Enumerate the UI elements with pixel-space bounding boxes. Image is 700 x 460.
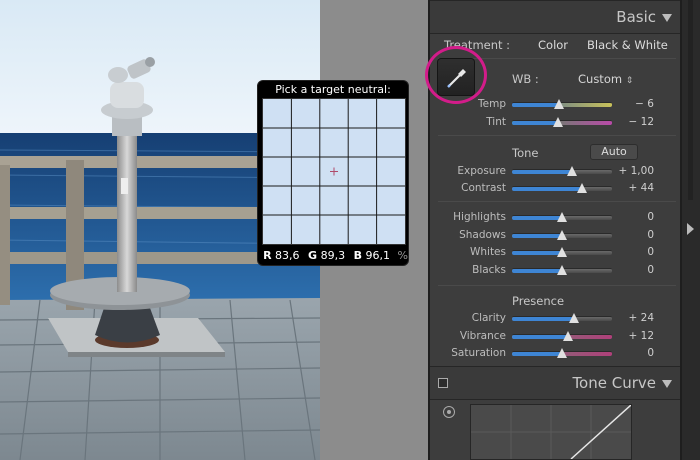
slider-label-shadows: Shadows — [459, 229, 506, 241]
slider-thumb[interactable] — [557, 265, 567, 275]
tone-section-title: Tone — [512, 146, 539, 160]
slider-value-saturation[interactable]: 0 — [612, 347, 654, 359]
slider-contrast[interactable] — [512, 183, 612, 193]
chevron-updown-icon: ⇕ — [625, 76, 634, 86]
red-channel-label: R — [263, 249, 272, 262]
slider-thumb[interactable] — [577, 183, 587, 193]
slider-temp[interactable] — [512, 99, 612, 109]
slider-label-tint: Tint — [486, 116, 506, 128]
loupe-title: Pick a target neutral: — [275, 83, 391, 96]
slider-label-vibrance: Vibrance — [459, 330, 506, 342]
blue-channel-label: B — [353, 249, 362, 262]
slider-value-highlights[interactable]: 0 — [612, 211, 654, 223]
slider-value-tint[interactable]: − 12 — [612, 116, 655, 128]
slider-label-contrast: Contrast — [461, 182, 506, 194]
slider-thumb[interactable] — [557, 230, 567, 240]
slider-vibrance[interactable] — [512, 331, 612, 341]
slider-fill — [512, 121, 558, 125]
slider-label-exposure: Exposure — [457, 165, 506, 177]
highlight-circle — [425, 46, 487, 104]
slider-fill — [512, 352, 562, 356]
panel-scrollbar[interactable] — [682, 0, 700, 460]
slider-thumb[interactable] — [569, 313, 579, 323]
tone-curve-graph[interactable] — [470, 404, 632, 460]
collapse-triangle-icon[interactable] — [662, 14, 672, 22]
slider-value-vibrance[interactable]: + 12 — [612, 330, 655, 342]
slider-value-clarity[interactable]: + 24 — [612, 312, 655, 324]
loupe-pixel-grid — [262, 98, 406, 245]
blue-channel-value: 96,1 — [365, 249, 390, 262]
slider-blacks[interactable] — [512, 265, 612, 275]
slider-highlights[interactable] — [512, 212, 612, 222]
slider-thumb[interactable] — [563, 331, 573, 341]
slider-thumb[interactable] — [554, 99, 564, 109]
slider-label-whites: Whites — [469, 246, 506, 258]
treatment-color-button[interactable]: Color — [538, 38, 568, 52]
wb-dropdown[interactable]: Custom ⇕ — [578, 72, 633, 86]
green-channel-value: 89,3 — [320, 249, 346, 262]
slider-thumb[interactable] — [557, 247, 567, 257]
wb-label: WB : — [512, 72, 539, 86]
tone-curve-title: Tone Curve — [572, 374, 656, 392]
slider-value-blacks[interactable]: 0 — [612, 264, 654, 276]
slider-whites[interactable] — [512, 247, 612, 257]
wb-dropdown-value: Custom — [578, 72, 623, 86]
slider-fill — [512, 335, 568, 339]
slider-shadows[interactable] — [512, 230, 612, 240]
slider-saturation[interactable] — [512, 348, 612, 358]
slider-thumb[interactable] — [557, 212, 567, 222]
target-neutral-loupe: Pick a target neutral: R 83,6 G 89,3 B 9… — [257, 80, 409, 266]
basic-panel-title: Basic — [616, 8, 656, 26]
slider-fill — [512, 234, 562, 238]
slider-fill — [512, 170, 572, 174]
slider-fill — [512, 317, 574, 321]
basic-panel-header[interactable]: Basic — [430, 0, 680, 34]
slider-fill — [512, 251, 562, 255]
slider-thumb[interactable] — [567, 166, 577, 176]
green-channel-label: G — [308, 249, 318, 262]
slider-value-shadows[interactable]: 0 — [612, 229, 654, 241]
tone-curve-panel-header[interactable]: Tone Curve — [430, 366, 680, 400]
slider-fill — [512, 216, 562, 220]
slider-clarity[interactable] — [512, 313, 612, 323]
divider — [438, 201, 676, 202]
percent-unit: % — [397, 249, 408, 262]
slider-label-saturation: Saturation — [451, 347, 506, 359]
scroll-right-arrow-icon[interactable] — [687, 223, 694, 235]
slider-fill — [512, 269, 562, 273]
slider-value-whites[interactable]: 0 — [612, 246, 654, 258]
slider-exposure[interactable] — [512, 166, 612, 176]
slider-thumb[interactable] — [557, 348, 567, 358]
slider-tint[interactable] — [512, 117, 612, 127]
slider-value-exposure[interactable]: + 1,00 — [612, 165, 654, 177]
loupe-rgb-readout: R 83,6 G 89,3 B 96,1 % — [258, 249, 408, 262]
slider-fill — [512, 187, 582, 191]
slider-label-highlights: Highlights — [453, 211, 506, 223]
slider-value-temp[interactable]: − 6 — [612, 98, 654, 110]
red-channel-value: 83,6 — [275, 249, 300, 262]
slider-label-blacks: Blacks — [472, 264, 506, 276]
slider-thumb[interactable] — [553, 117, 563, 127]
panel-switch-icon[interactable] — [438, 378, 448, 388]
scroll-track[interactable] — [688, 0, 693, 200]
treatment-bw-button[interactable]: Black & White — [587, 38, 668, 52]
target-adjustment-icon[interactable] — [443, 406, 455, 418]
presence-section-title: Presence — [512, 294, 565, 308]
divider — [438, 285, 676, 286]
auto-tone-button[interactable]: Auto — [590, 144, 638, 160]
divider — [438, 135, 676, 136]
slider-fill — [512, 103, 559, 107]
slider-label-clarity: Clarity — [471, 312, 506, 324]
slider-value-contrast[interactable]: + 44 — [612, 182, 655, 194]
collapse-triangle-icon[interactable] — [662, 380, 672, 388]
